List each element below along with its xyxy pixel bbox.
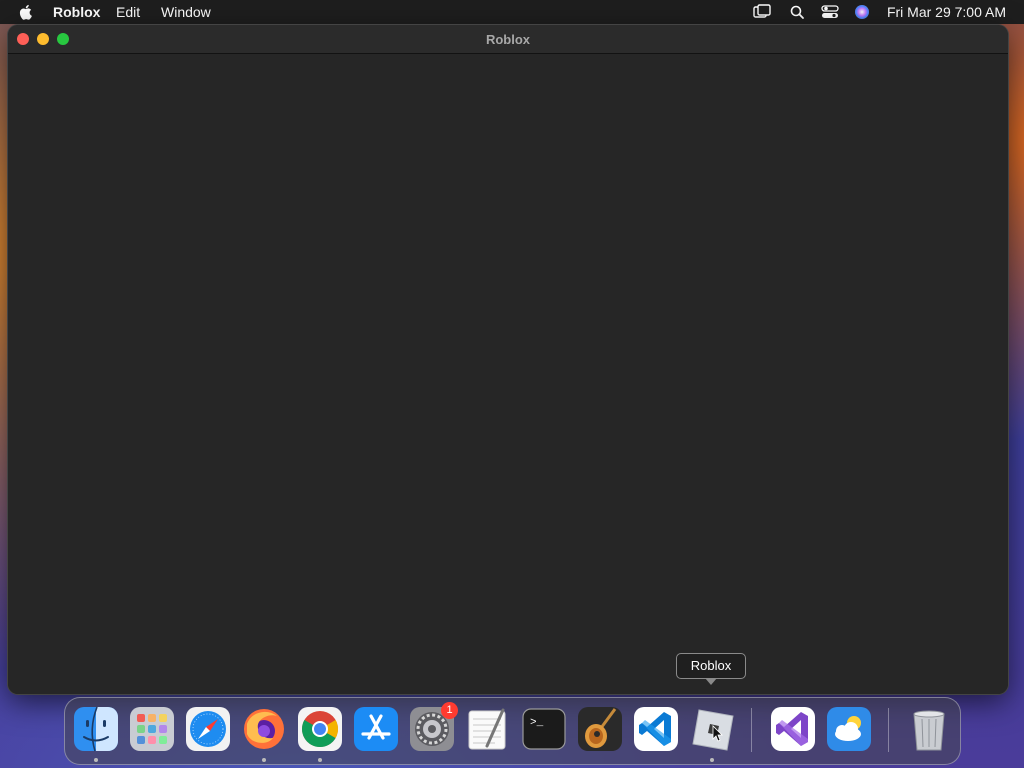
roblox-icon [692, 709, 734, 751]
safari-icon [186, 707, 230, 751]
app-store-icon [354, 707, 398, 751]
dock-vscode[interactable] [633, 706, 679, 752]
dock-trash[interactable] [906, 706, 952, 752]
dock-firefox[interactable] [241, 706, 287, 752]
dock-launchpad[interactable] [129, 706, 175, 752]
screen-mirroring-icon[interactable] [753, 4, 771, 20]
window-titlebar[interactable]: Roblox [8, 25, 1008, 54]
launchpad-icon [130, 707, 174, 751]
menu-window[interactable]: Window [161, 4, 211, 20]
dock-roblox[interactable] [689, 706, 735, 752]
firefox-icon [244, 709, 284, 749]
chrome-icon [298, 707, 342, 751]
apple-icon[interactable] [19, 4, 34, 20]
terminal-prompt: >_ [530, 717, 544, 729]
menu-bar: Roblox Edit Window Fri Mar 29 7:00 AM [0, 0, 1024, 24]
menu-clock[interactable]: Fri Mar 29 7:00 AM [887, 4, 1006, 20]
dock-chrome[interactable] [297, 706, 343, 752]
menu-app-name[interactable]: Roblox [53, 4, 100, 20]
siri-icon[interactable] [853, 4, 871, 20]
garageband-icon [578, 707, 622, 751]
roblox-window: Roblox [8, 25, 1008, 694]
control-center-icon[interactable] [821, 4, 839, 20]
dock-finder[interactable] [73, 706, 119, 752]
vscode-icon [634, 707, 678, 751]
visual-studio-icon [771, 707, 815, 751]
search-icon[interactable] [788, 4, 806, 20]
dock-textedit[interactable] [465, 706, 511, 752]
window-content[interactable] [8, 54, 1008, 694]
weather-icon [827, 707, 871, 751]
dock-weather[interactable] [826, 706, 872, 752]
dock-safari[interactable] [185, 706, 231, 752]
running-indicator [710, 758, 714, 762]
textedit-icon [468, 708, 506, 750]
trash-icon [913, 710, 945, 751]
dock-garageband[interactable] [577, 706, 623, 752]
menu-edit[interactable]: Edit [116, 4, 140, 20]
window-title: Roblox [485, 32, 531, 47]
running-indicator [318, 758, 322, 762]
dock-system-settings[interactable]: 1 [409, 702, 458, 752]
running-indicator [94, 758, 98, 762]
dock-terminal[interactable]: >_ [521, 706, 567, 752]
notification-badge: 1 [441, 702, 458, 719]
dock: 1 >_ [64, 697, 961, 765]
dock-separator [751, 708, 752, 752]
dock-visual-studio[interactable] [770, 706, 816, 752]
dock-app-store[interactable] [353, 706, 399, 752]
terminal-icon: >_ [522, 708, 566, 750]
dock-separator [888, 708, 889, 752]
dock-tooltip: Roblox [676, 653, 746, 685]
finder-icon [74, 706, 118, 752]
running-indicator [262, 758, 266, 762]
